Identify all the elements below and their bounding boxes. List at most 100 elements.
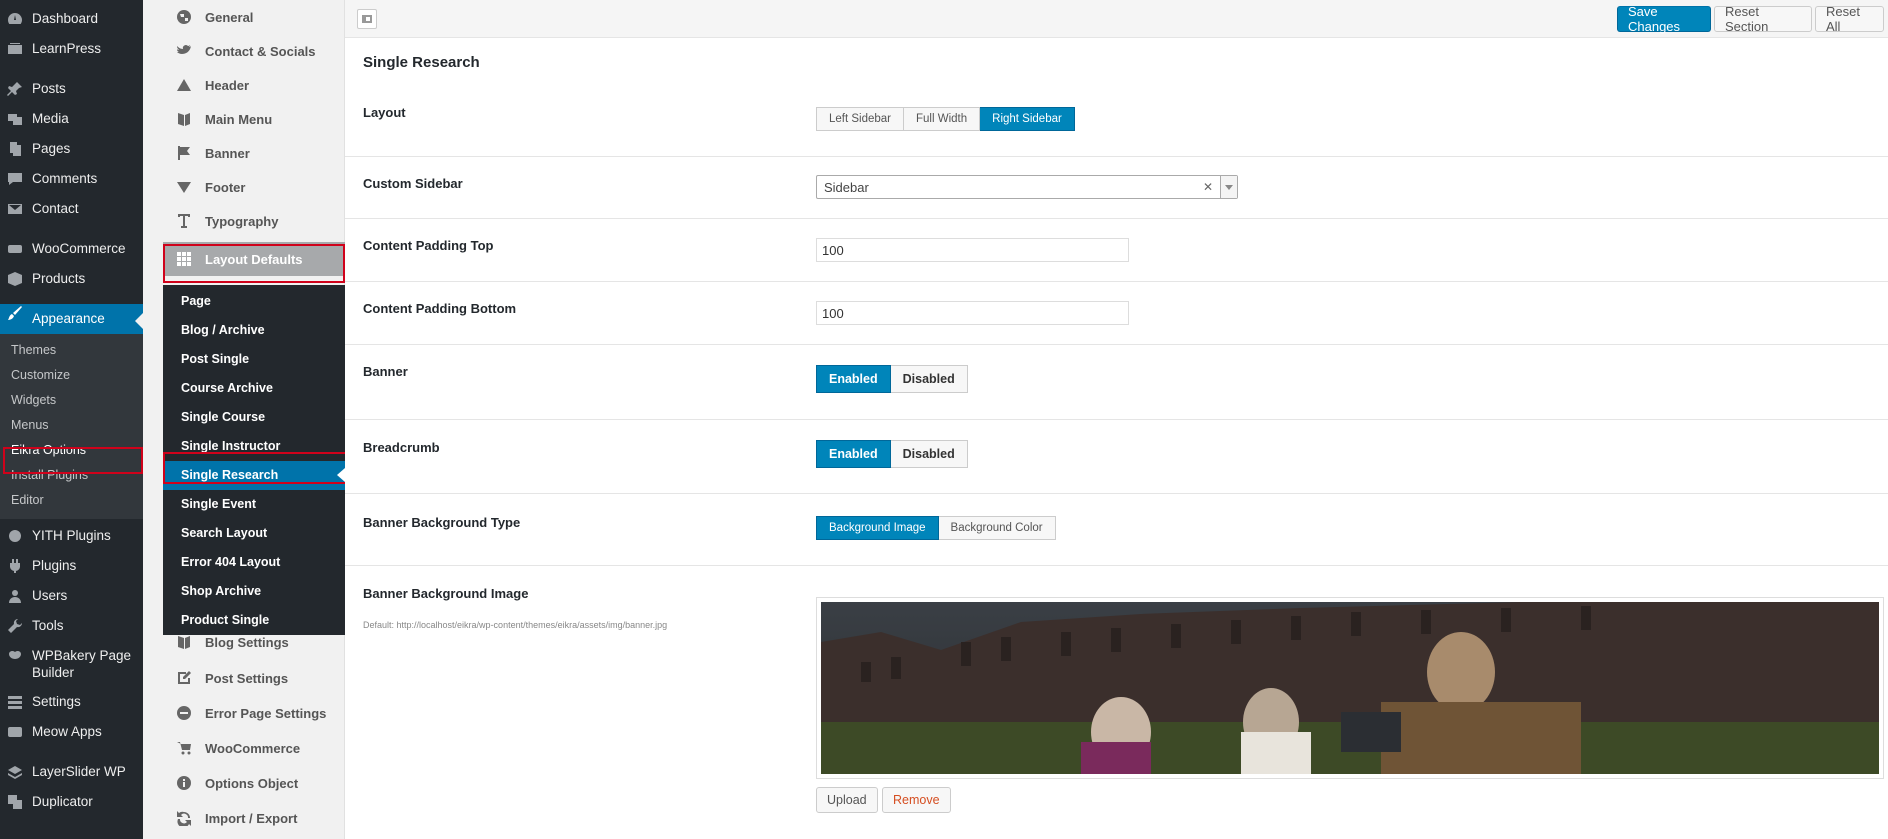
submenu-menus[interactable]: Menus	[0, 413, 143, 438]
plugin-icon	[5, 557, 25, 575]
duplicator-icon	[5, 793, 25, 811]
expand-icon	[362, 15, 372, 23]
nav-sub-search-layout[interactable]: Search Layout	[163, 519, 345, 548]
nav-woocommerce[interactable]: WooCommerce	[163, 731, 345, 765]
menu-settings[interactable]: Settings	[0, 693, 143, 723]
banner-disabled-button[interactable]: Disabled	[890, 365, 968, 393]
menu-comments[interactable]: Comments	[0, 170, 143, 200]
custom-sidebar-value: Sidebar	[824, 179, 869, 195]
layout-full-width-button[interactable]: Full Width	[904, 107, 981, 131]
nav-sub-shop-archive[interactable]: Shop Archive	[163, 577, 345, 606]
layout-left-sidebar-button[interactable]: Left Sidebar	[816, 107, 905, 131]
info-icon	[175, 774, 193, 792]
banner-bg-type-label: Banner Background Type	[363, 515, 521, 530]
menu-learnpress[interactable]: LearnPress	[0, 40, 143, 70]
save-changes-button[interactable]: Save Changes	[1617, 4, 1711, 34]
nav-error-page-settings[interactable]: Error Page Settings	[163, 696, 345, 730]
nav-sub-blog-archive[interactable]: Blog / Archive	[163, 316, 345, 345]
settings-icon	[5, 693, 25, 711]
banner-bg-image-label: Banner Background Image	[363, 586, 529, 601]
nav-banner[interactable]: Banner	[163, 136, 345, 170]
reset-all-button[interactable]: Reset All	[1815, 4, 1884, 34]
nav-main-menu[interactable]: Main Menu	[163, 102, 345, 136]
padding-bottom-input[interactable]	[816, 301, 1129, 325]
submenu-themes[interactable]: Themes	[0, 338, 143, 363]
banner-enabled-button[interactable]: Enabled	[816, 365, 891, 393]
breadcrumb-enabled-button[interactable]: Enabled	[816, 440, 891, 468]
nav-contact-socials[interactable]: Contact & Socials	[163, 34, 345, 68]
menu-plugins[interactable]: Plugins	[0, 557, 143, 587]
nav-sub-single-course[interactable]: Single Course	[163, 403, 345, 432]
menu-contact[interactable]: Contact	[0, 200, 143, 230]
menu-media[interactable]: Media	[0, 110, 143, 140]
banner-row: Banner Enabled Disabled	[345, 345, 1888, 420]
nav-import-export[interactable]: Import / Export	[163, 801, 345, 835]
menu-duplicator[interactable]: Duplicator	[0, 793, 143, 823]
nav-sub-error-404-layout[interactable]: Error 404 Layout	[163, 548, 345, 577]
banner-bg-type-row: Banner Background Type Background Image …	[345, 494, 1888, 566]
nav-options-object[interactable]: Options Object	[163, 766, 345, 800]
triangle-up-icon	[175, 76, 193, 94]
single-research-highlight	[163, 452, 349, 484]
bg-color-button[interactable]: Background Color	[938, 516, 1056, 540]
pin-icon	[5, 80, 25, 98]
menu-dashboard[interactable]: Dashboard	[0, 10, 143, 40]
nav-sub-page[interactable]: Page	[163, 287, 345, 316]
menu-yith-plugins[interactable]: YITH Plugins	[0, 527, 143, 557]
menu-appearance[interactable]: Appearance	[0, 304, 143, 334]
comment-icon	[5, 170, 25, 188]
menu-layerslider[interactable]: LayerSlider WP	[0, 763, 143, 793]
yith-icon	[5, 527, 25, 545]
options-panel: Save Changes Reset Section Reset All Sin…	[345, 0, 1888, 839]
users-icon	[5, 587, 25, 605]
nav-header[interactable]: Header	[163, 68, 345, 102]
dashboard-icon	[5, 10, 25, 28]
options-toolbar: Save Changes Reset Section Reset All	[345, 0, 1888, 38]
nav-sub-course-archive[interactable]: Course Archive	[163, 374, 345, 403]
woo-icon	[5, 240, 25, 258]
custom-sidebar-select[interactable]: Sidebar ✕	[816, 175, 1238, 199]
submenu-customize[interactable]: Customize	[0, 363, 143, 388]
nav-typography[interactable]: Typography	[163, 204, 345, 238]
banner-preview-image	[821, 602, 1879, 774]
submenu-editor[interactable]: Editor	[0, 488, 143, 513]
menu-tools[interactable]: Tools	[0, 617, 143, 647]
menu-pages[interactable]: Pages	[0, 140, 143, 170]
padding-top-input[interactable]	[816, 238, 1129, 262]
upload-button[interactable]: Upload	[816, 787, 878, 813]
menu-users[interactable]: Users	[0, 587, 143, 617]
breadcrumb-disabled-button[interactable]: Disabled	[890, 440, 968, 468]
expand-options-button[interactable]	[357, 9, 377, 29]
banner-toggle: Enabled Disabled	[816, 365, 968, 393]
nav-blog-settings[interactable]: Blog Settings	[163, 625, 345, 659]
menu-woocommerce[interactable]: WooCommerce	[0, 240, 143, 270]
mail-icon	[5, 200, 25, 218]
layout-right-sidebar-button[interactable]: Right Sidebar	[980, 107, 1075, 131]
banner-image-preview	[816, 597, 1884, 779]
layout-row: Layout Left Sidebar Full Width Right Sid…	[345, 85, 1888, 157]
edit-icon	[175, 669, 193, 687]
bg-image-button[interactable]: Background Image	[816, 516, 939, 540]
nav-footer[interactable]: Footer	[163, 170, 345, 204]
menu-posts[interactable]: Posts	[0, 80, 143, 110]
cart-icon	[175, 739, 193, 757]
submenu-widgets[interactable]: Widgets	[0, 388, 143, 413]
typography-icon	[175, 212, 193, 230]
menu-meow-apps[interactable]: Meow Apps	[0, 723, 143, 753]
nav-sub-post-single[interactable]: Post Single	[163, 345, 345, 374]
menu-wpbakery[interactable]: WPBakery Page Builder	[0, 647, 143, 693]
reset-section-button[interactable]: Reset Section	[1714, 4, 1812, 34]
custom-sidebar-label: Custom Sidebar	[363, 176, 463, 191]
refresh-icon	[175, 809, 193, 827]
chevron-down-icon[interactable]	[1220, 176, 1237, 198]
nav-post-settings[interactable]: Post Settings	[163, 661, 345, 695]
padding-bottom-row: Content Padding Bottom	[345, 282, 1888, 345]
menu-products[interactable]: Products	[0, 270, 143, 300]
nav-general[interactable]: General	[163, 0, 345, 34]
clear-icon[interactable]: ✕	[1203, 180, 1213, 194]
layout-button-set: Left Sidebar Full Width Right Sidebar	[816, 107, 1075, 131]
remove-button[interactable]: Remove	[882, 787, 951, 813]
brush-icon	[5, 304, 25, 322]
nav-sub-single-event[interactable]: Single Event	[163, 490, 345, 519]
padding-bottom-label: Content Padding Bottom	[363, 301, 517, 316]
